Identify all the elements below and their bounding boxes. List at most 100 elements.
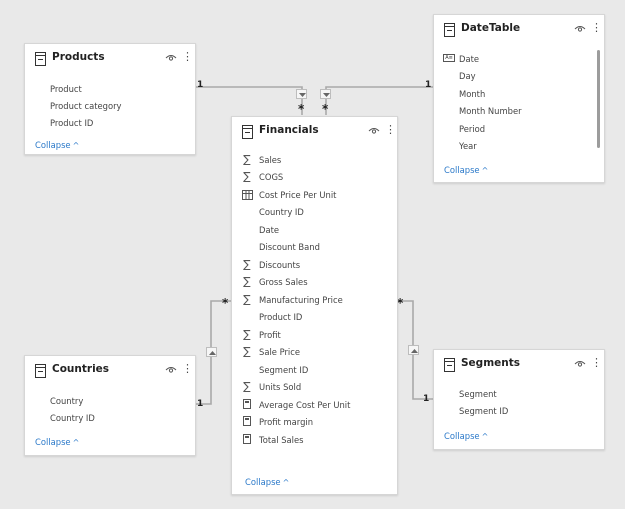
collapse-label: Collapse	[245, 477, 281, 487]
chevron-up-icon: ^	[481, 432, 489, 441]
field-label: Discount Band	[259, 242, 320, 252]
field-row[interactable]: Average Cost Per Unit	[232, 397, 397, 414]
table-calc-icon	[242, 190, 253, 200]
field-row[interactable]: ∑ Manufacturing Price	[232, 292, 397, 309]
field-row[interactable]: Profit margin	[232, 414, 397, 431]
chevron-up-icon: ^	[72, 141, 80, 150]
field-row[interactable]: ∑ Gross Sales	[232, 274, 397, 291]
field-row[interactable]: Product category	[25, 98, 195, 115]
field-row[interactable]: Segment ID	[434, 403, 604, 420]
field-row[interactable]: Product ID	[232, 309, 397, 326]
field-row[interactable]: Segment ID	[232, 362, 397, 379]
eye-icon[interactable]	[574, 359, 586, 368]
filter-direction-arrow[interactable]	[206, 347, 217, 357]
card-title: Segments	[461, 357, 521, 369]
table-card-products[interactable]: Products ⋮ Product Product category Prod…	[24, 43, 196, 155]
chevron-up-icon: ^	[282, 478, 290, 487]
eye-icon[interactable]	[574, 24, 586, 33]
field-label: Year	[459, 141, 477, 151]
card-title: Products	[52, 51, 105, 63]
eye-icon[interactable]	[165, 53, 177, 62]
field-row[interactable]: Country	[25, 393, 195, 410]
field-row[interactable]: Segment	[434, 386, 604, 403]
field-row[interactable]: Discount Band	[232, 239, 397, 256]
card-header[interactable]: Segments ⋮	[434, 350, 604, 380]
more-options-icon[interactable]: ⋮	[591, 21, 602, 35]
table-icon	[444, 358, 455, 372]
table-card-financials[interactable]: Financials ⋮ ∑ Sales ∑ COGS Cost Price P…	[231, 116, 398, 495]
field-label: Sale Price	[259, 347, 301, 357]
sigma-icon: ∑	[243, 258, 251, 271]
field-label: COGS	[259, 172, 284, 182]
collapse-link[interactable]: Collapse ^	[245, 477, 289, 487]
field-row[interactable]: ∑ Discounts	[232, 257, 397, 274]
field-label: Total Sales	[259, 435, 304, 445]
field-row[interactable]: ∑ Sale Price	[232, 344, 397, 361]
field-label: Date	[459, 54, 480, 64]
table-card-countries[interactable]: Countries ⋮ Country Country ID Collapse ^	[24, 355, 196, 456]
field-label: Segment ID	[459, 406, 509, 416]
field-row[interactable]: Month Number	[434, 103, 604, 120]
collapse-link[interactable]: Collapse ^	[444, 165, 488, 175]
card-title: DateTable	[461, 22, 521, 34]
field-label: Profit margin	[259, 417, 314, 427]
field-row[interactable]: Month	[434, 86, 604, 103]
field-row[interactable]: Day	[434, 68, 604, 85]
table-card-datetable[interactable]: DateTable ⋮ A≡ Date Day Month Month Numb…	[433, 14, 605, 183]
sigma-icon: ∑	[243, 328, 251, 341]
field-row[interactable]: A≡ Date	[434, 51, 604, 68]
cardinality-many: *	[222, 296, 229, 310]
collapse-label: Collapse	[35, 140, 71, 150]
field-row[interactable]: ∑ Sales	[232, 152, 397, 169]
field-label: Product	[50, 84, 82, 94]
field-row[interactable]: ∑ Units Sold	[232, 379, 397, 396]
card-header[interactable]: Financials ⋮	[232, 117, 397, 147]
field-label: Date	[259, 225, 280, 235]
chevron-up-icon: ^	[481, 166, 489, 175]
field-row[interactable]: Year	[434, 138, 604, 155]
field-row[interactable]: Product ID	[25, 115, 195, 132]
field-label: Gross Sales	[259, 277, 308, 287]
filter-direction-arrow[interactable]	[320, 89, 331, 99]
collapse-link[interactable]: Collapse ^	[444, 431, 488, 441]
card-header[interactable]: Countries ⋮	[25, 356, 195, 386]
filter-direction-arrow[interactable]	[408, 345, 419, 355]
sigma-icon: ∑	[243, 293, 251, 306]
field-row[interactable]: ∑ COGS	[232, 169, 397, 186]
collapse-link[interactable]: Collapse ^	[35, 140, 79, 150]
field-row[interactable]: Country ID	[25, 410, 195, 427]
field-row[interactable]: ∑ Profit	[232, 327, 397, 344]
field-label: Month Number	[459, 106, 522, 116]
table-icon	[444, 23, 455, 37]
table-icon	[242, 125, 253, 139]
table-icon	[35, 52, 46, 66]
eye-icon[interactable]	[368, 126, 380, 135]
calculator-icon	[243, 416, 251, 426]
cardinality-one: 1	[425, 80, 432, 90]
field-row[interactable]: Date	[232, 222, 397, 239]
collapse-link[interactable]: Collapse ^	[35, 437, 79, 447]
field-row[interactable]: Period	[434, 121, 604, 138]
table-card-segments[interactable]: Segments ⋮ Segment Segment ID Collapse ^	[433, 349, 605, 450]
sigma-icon: ∑	[243, 275, 251, 288]
more-options-icon[interactable]: ⋮	[182, 362, 193, 376]
scrollbar[interactable]	[597, 50, 600, 148]
model-canvas[interactable]: 1 1 * * * * 1 1 Products ⋮ Product Produ…	[0, 0, 625, 509]
card-header[interactable]: Products ⋮	[25, 44, 195, 74]
cardinality-many: *	[322, 102, 329, 116]
table-icon	[35, 364, 46, 378]
filter-direction-arrow[interactable]	[296, 89, 307, 99]
field-row[interactable]: Cost Price Per Unit	[232, 187, 397, 204]
field-label: Country	[50, 396, 84, 406]
more-options-icon[interactable]: ⋮	[591, 356, 602, 370]
cardinality-one: 1	[423, 394, 430, 404]
eye-icon[interactable]	[165, 365, 177, 374]
card-header[interactable]: DateTable ⋮	[434, 15, 604, 45]
field-row[interactable]: Product	[25, 81, 195, 98]
field-label: Country ID	[259, 207, 304, 217]
field-row[interactable]: Total Sales	[232, 432, 397, 449]
more-options-icon[interactable]: ⋮	[182, 50, 193, 64]
more-options-icon[interactable]: ⋮	[385, 123, 396, 137]
field-row[interactable]: Country ID	[232, 204, 397, 221]
field-label: Cost Price Per Unit	[259, 190, 337, 200]
